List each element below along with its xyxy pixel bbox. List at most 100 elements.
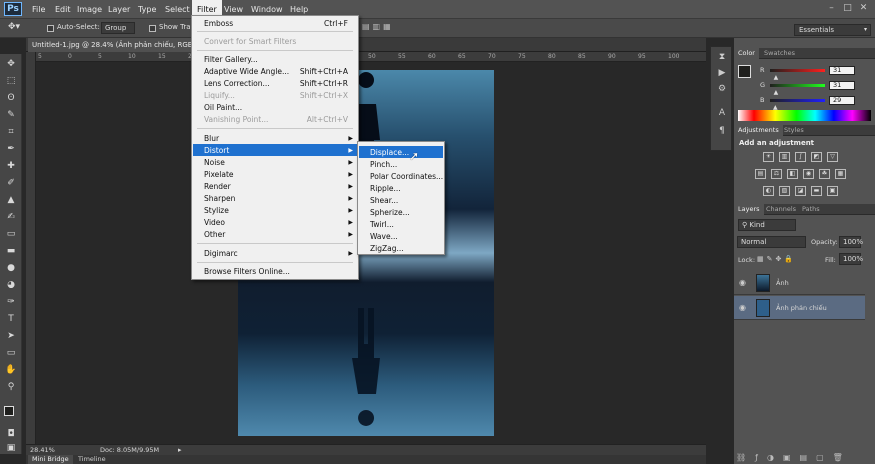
menu-item-adaptive-wide-angle[interactable]: Adaptive Wide Angle... xyxy=(204,66,289,77)
menu-item-sharpen[interactable]: Sharpen xyxy=(204,193,235,204)
menu-type[interactable]: Type xyxy=(133,0,161,19)
menu-item-polar-coordinates[interactable]: Polar Coordinates... xyxy=(370,171,443,182)
hue-sat-icon[interactable]: ▤ xyxy=(755,169,766,179)
align-icons[interactable]: ▤▥▦ xyxy=(362,22,394,31)
move-tool-icon[interactable]: ✥▾ xyxy=(8,22,20,32)
lasso-icon[interactable]: ʘ xyxy=(3,92,19,104)
brush-icon[interactable]: ✐ xyxy=(3,177,19,189)
menu-item-emboss[interactable]: Emboss xyxy=(204,18,233,29)
marquee-icon[interactable]: ⬚ xyxy=(3,75,19,87)
menu-item-filter-gallery[interactable]: Filter Gallery... xyxy=(204,54,258,65)
layer-row-selected[interactable]: ◉ Ảnh phản chiếu xyxy=(734,296,865,320)
opacity-input[interactable]: 100% xyxy=(839,236,863,248)
layer-filter-kind[interactable]: ⚲ Kind xyxy=(738,219,796,231)
fg-color-swatch[interactable] xyxy=(738,65,751,78)
crop-icon[interactable]: ⌗ xyxy=(3,126,19,138)
menu-item-other[interactable]: Other xyxy=(204,229,225,240)
screen-mode-icon[interactable]: ▣ xyxy=(3,442,19,454)
vibrance-icon[interactable]: ▽ xyxy=(827,152,838,162)
stamp-icon[interactable]: ▲ xyxy=(3,194,19,206)
maximize-icon[interactable]: □ xyxy=(842,3,853,14)
photo-filter-icon[interactable]: ◉ xyxy=(803,169,814,179)
show-transform-checkbox[interactable] xyxy=(149,25,156,32)
paragraph-icon[interactable]: ¶ xyxy=(716,125,728,137)
black-white-icon[interactable]: ◧ xyxy=(787,169,798,179)
tab-adjustments[interactable]: Adjustments xyxy=(734,125,783,136)
type-icon[interactable]: T xyxy=(3,313,19,325)
levels-icon[interactable]: ▥ xyxy=(779,152,790,162)
tab-styles[interactable]: Styles xyxy=(780,125,808,136)
menu-item-displace[interactable]: Displace... xyxy=(370,147,409,158)
b-value-input[interactable]: 29 xyxy=(829,96,855,105)
fill-input[interactable]: 100% xyxy=(839,253,863,265)
visibility-eye-icon[interactable]: ◉ xyxy=(739,271,746,295)
menu-item-noise[interactable]: Noise xyxy=(204,157,225,168)
posterize-icon[interactable]: ▧ xyxy=(779,186,790,196)
r-slider[interactable] xyxy=(770,69,825,72)
properties-icon[interactable]: ⚙ xyxy=(716,83,728,95)
menu-item-pixelate[interactable]: Pixelate xyxy=(204,169,234,180)
healing-icon[interactable]: ✚ xyxy=(3,160,19,172)
menu-select[interactable]: Select xyxy=(160,0,195,19)
pen-icon[interactable]: ✑ xyxy=(3,296,19,308)
quick-mask-icon[interactable]: ◘ xyxy=(3,428,19,440)
actions-icon[interactable]: ▶ xyxy=(716,67,728,79)
layer-row[interactable]: ◉ Ảnh xyxy=(734,271,865,295)
color-spectrum-bar[interactable] xyxy=(738,110,871,121)
menu-item-video[interactable]: Video xyxy=(204,217,225,228)
shape-icon[interactable]: ▭ xyxy=(3,347,19,359)
r-value-input[interactable]: 31 xyxy=(829,66,855,75)
menu-item-browse-filters[interactable]: Browse Filters Online... xyxy=(204,266,290,277)
menu-layer[interactable]: Layer xyxy=(103,0,135,19)
path-select-icon[interactable]: ➤ xyxy=(3,330,19,342)
menu-item-digimarc[interactable]: Digimarc xyxy=(204,248,238,259)
auto-select-checkbox[interactable] xyxy=(47,25,54,32)
close-icon[interactable]: ✕ xyxy=(858,3,869,14)
auto-select-dropdown[interactable]: Group xyxy=(101,22,135,34)
layer-actions-icons[interactable]: ⛓ƒ◑▣▤▢🗑 xyxy=(736,453,871,462)
blur-icon[interactable]: ● xyxy=(3,262,19,274)
tab-timeline[interactable]: Timeline xyxy=(74,455,110,464)
zoom-level[interactable]: 28.41% xyxy=(30,445,55,455)
lock-icons[interactable]: ▦✎✥🔒 xyxy=(757,255,796,263)
menu-item-distort[interactable]: Distort xyxy=(204,145,229,156)
g-value-input[interactable]: 31 xyxy=(829,81,855,90)
menu-item-lens-correction[interactable]: Lens Correction... xyxy=(204,78,270,89)
gradient-icon[interactable]: ▬ xyxy=(3,245,19,257)
tab-mini-bridge[interactable]: Mini Bridge xyxy=(28,455,73,464)
brightness-icon[interactable]: ☀ xyxy=(763,152,774,162)
eyedropper-icon[interactable]: ✒ xyxy=(3,143,19,155)
menu-item-wave[interactable]: Wave... xyxy=(370,231,398,242)
tab-layers[interactable]: Layers xyxy=(734,204,764,215)
status-arrow-icon[interactable]: ▸ xyxy=(178,445,182,455)
menu-item-ripple[interactable]: Ripple... xyxy=(370,183,401,194)
g-slider[interactable] xyxy=(770,84,825,87)
history-brush-icon[interactable]: ✍ xyxy=(3,211,19,223)
menu-item-pinch[interactable]: Pinch... xyxy=(370,159,397,170)
threshold-icon[interactable]: ◪ xyxy=(795,186,806,196)
menu-item-oil-paint[interactable]: Oil Paint... xyxy=(204,102,242,113)
menu-image[interactable]: Image xyxy=(72,0,107,19)
workspace-dropdown[interactable]: Essentials ▾ xyxy=(794,24,871,36)
tab-color[interactable]: Color xyxy=(734,48,759,59)
character-icon[interactable]: A xyxy=(716,107,728,119)
color-balance-icon[interactable]: ⚖ xyxy=(771,169,782,179)
curves-icon[interactable]: ∫ xyxy=(795,152,806,162)
hand-icon[interactable]: ✋ xyxy=(3,364,19,376)
invert-icon[interactable]: ◐ xyxy=(763,186,774,196)
menu-item-blur[interactable]: Blur xyxy=(204,133,219,144)
r-slider-thumb[interactable]: ▲ xyxy=(774,72,779,81)
color-lookup-icon[interactable]: ▦ xyxy=(835,169,846,179)
tab-paths[interactable]: Paths xyxy=(798,204,824,215)
blend-mode-dropdown[interactable]: Normal xyxy=(737,236,806,248)
eraser-icon[interactable]: ▭ xyxy=(3,228,19,240)
move-icon[interactable]: ✥ xyxy=(3,58,19,70)
zoom-icon[interactable]: ⚲ xyxy=(3,381,19,393)
menu-item-render[interactable]: Render xyxy=(204,181,231,192)
gradient-map-icon[interactable]: ▬ xyxy=(811,186,822,196)
dodge-icon[interactable]: ◕ xyxy=(3,279,19,291)
menu-item-spherize[interactable]: Spherize... xyxy=(370,207,410,218)
menu-file[interactable]: File xyxy=(27,0,50,19)
quick-select-icon[interactable]: ✎ xyxy=(3,109,19,121)
g-slider-thumb[interactable]: ▲ xyxy=(774,87,779,96)
